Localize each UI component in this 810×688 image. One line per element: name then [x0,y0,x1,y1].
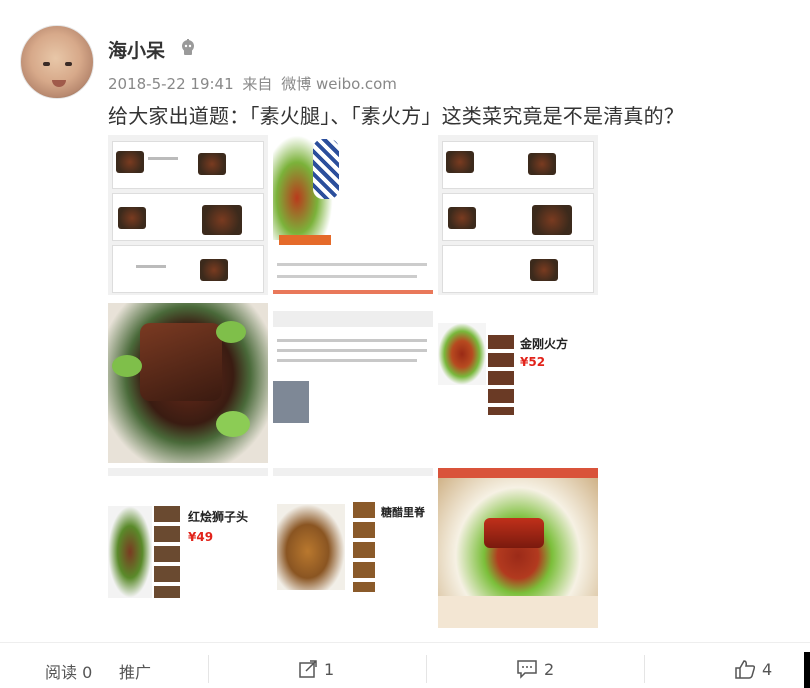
image-thumbnail-5[interactable] [273,303,433,463]
avatar-eye-left [43,62,50,66]
post-footer: 阅读 0 推广 1 2 4 [0,642,810,688]
image-thumbnail-9[interactable] [438,468,598,628]
post-text: 给大家出道题：「素火腿」、「素火方」这类菜究竟是不是清真的？ [108,104,684,128]
footer-divider [644,655,645,683]
image-thumbnail-8[interactable]: 糖醋里脊 [273,468,433,628]
post-source[interactable]: 微博 weibo.com [281,75,397,93]
read-value: 0 [82,663,93,682]
post-meta: 2018-5-22 19:41 来自 微博 weibo.com [108,73,401,94]
footer-divider [426,655,427,683]
comment-icon [517,660,537,679]
thumbs-up-icon [735,660,756,679]
user-level-icon[interactable] [178,38,198,58]
avatar[interactable] [20,25,94,99]
dish-price-shizitou: ¥49 [188,530,214,544]
read-label: 阅读 [45,663,78,682]
source-prefix: 来自 [242,75,273,93]
image-thumbnail-4[interactable] [108,303,268,463]
image-thumbnail-6[interactable]: 金刚火方 ¥52 [438,303,598,463]
avatar-mouth [52,80,66,87]
image-thumbnail-1[interactable] [108,135,268,295]
username-link[interactable]: 海小呆 [108,36,165,63]
footer-divider [208,655,209,683]
read-count: 阅读 0 [45,659,92,683]
like-count: 4 [762,659,773,679]
dish-name-shizitou: 红烩狮子头 [188,510,249,524]
comment-count: 2 [544,659,555,679]
post-date[interactable]: 2018-5-22 19:41 [108,75,234,93]
share-icon [299,660,317,678]
dish-name-huofang: 金刚火方 [520,337,569,351]
promote-button[interactable]: 推广 [119,659,151,683]
dish-price-huofang: ¥52 [520,355,546,369]
image-thumbnail-7[interactable]: 红烩狮子头 ¥49 [108,468,268,628]
like-button[interactable]: 4 [734,659,772,679]
image-thumbnail-2[interactable] [273,135,433,295]
share-count: 1 [324,659,335,679]
scrollbar-edge [804,652,810,688]
comment-button[interactable]: 2 [516,659,554,679]
avatar-eye-right [65,62,72,66]
share-button[interactable]: 1 [298,659,334,679]
image-grid: 金刚火方 ¥52 红烩狮子头 ¥49 糖醋里脊 [108,135,598,628]
image-thumbnail-3[interactable] [438,135,598,295]
dish-name-liji: 糖醋里脊 [381,506,425,519]
